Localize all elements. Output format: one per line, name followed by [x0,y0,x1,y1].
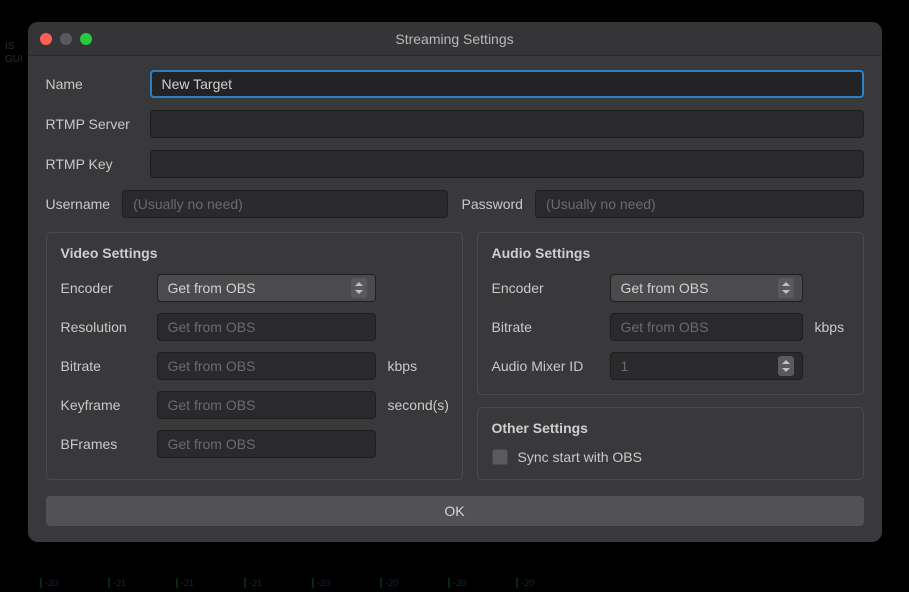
video-encoder-value: Get from OBS [168,280,256,296]
rtmp-key-label: RTMP Key [46,156,150,172]
close-icon[interactable] [40,33,52,45]
bframes-input[interactable]: Get from OBS [157,430,376,458]
dialog-content: Name RTMP Server RTMP Key Username Passw… [28,56,882,542]
audio-encoder-label: Encoder [492,280,602,296]
name-input[interactable] [150,70,864,98]
keyframe-input[interactable]: Get from OBS [157,391,376,419]
audio-mixer-select[interactable]: 1 [610,352,803,380]
ok-button[interactable]: OK [46,496,864,526]
stepper-icon [778,356,794,376]
video-encoder-select[interactable]: Get from OBS [157,274,376,302]
audio-bitrate-label: Bitrate [492,319,602,335]
video-settings-panel: Video Settings Encoder Get from OBS Reso… [46,232,463,480]
username-input[interactable] [122,190,447,218]
titlebar: Streaming Settings [28,22,882,56]
bframes-label: BFrames [61,436,149,452]
resolution-label: Resolution [61,319,149,335]
window-title: Streaming Settings [395,31,513,47]
streaming-settings-dialog: Streaming Settings Name RTMP Server RTMP… [28,22,882,542]
other-settings-panel: Other Settings Sync start with OBS [477,407,864,480]
minimize-icon [60,33,72,45]
zoom-icon[interactable] [80,33,92,45]
rtmp-key-input[interactable] [150,150,864,178]
keyframe-label: Keyframe [61,397,149,413]
username-label: Username [46,196,111,212]
stepper-icon [351,278,367,298]
window-controls [40,33,92,45]
video-bitrate-unit: kbps [388,358,448,374]
video-bitrate-label: Bitrate [61,358,149,374]
name-label: Name [46,76,150,92]
resolution-input[interactable]: Get from OBS [157,313,376,341]
sync-start-label: Sync start with OBS [518,449,642,465]
audio-settings-title: Audio Settings [492,245,849,261]
video-settings-title: Video Settings [61,245,448,261]
audio-bitrate-input[interactable]: Get from OBS [610,313,803,341]
audio-settings-panel: Audio Settings Encoder Get from OBS [477,232,864,395]
other-settings-title: Other Settings [492,420,849,436]
rtmp-server-input[interactable] [150,110,864,138]
video-bitrate-input[interactable]: Get from OBS [157,352,376,380]
stepper-icon [778,278,794,298]
password-input[interactable] [535,190,864,218]
sync-start-row[interactable]: Sync start with OBS [492,449,849,465]
video-encoder-label: Encoder [61,280,149,296]
audio-bitrate-unit: kbps [815,319,849,335]
audio-mixer-label: Audio Mixer ID [492,358,602,374]
rtmp-server-label: RTMP Server [46,116,150,132]
audio-encoder-value: Get from OBS [621,280,709,296]
keyframe-unit: second(s) [388,397,448,413]
sync-start-checkbox[interactable] [492,449,508,465]
password-label: Password [462,196,523,212]
audio-mixer-value: 1 [621,358,629,374]
audio-encoder-select[interactable]: Get from OBS [610,274,803,302]
